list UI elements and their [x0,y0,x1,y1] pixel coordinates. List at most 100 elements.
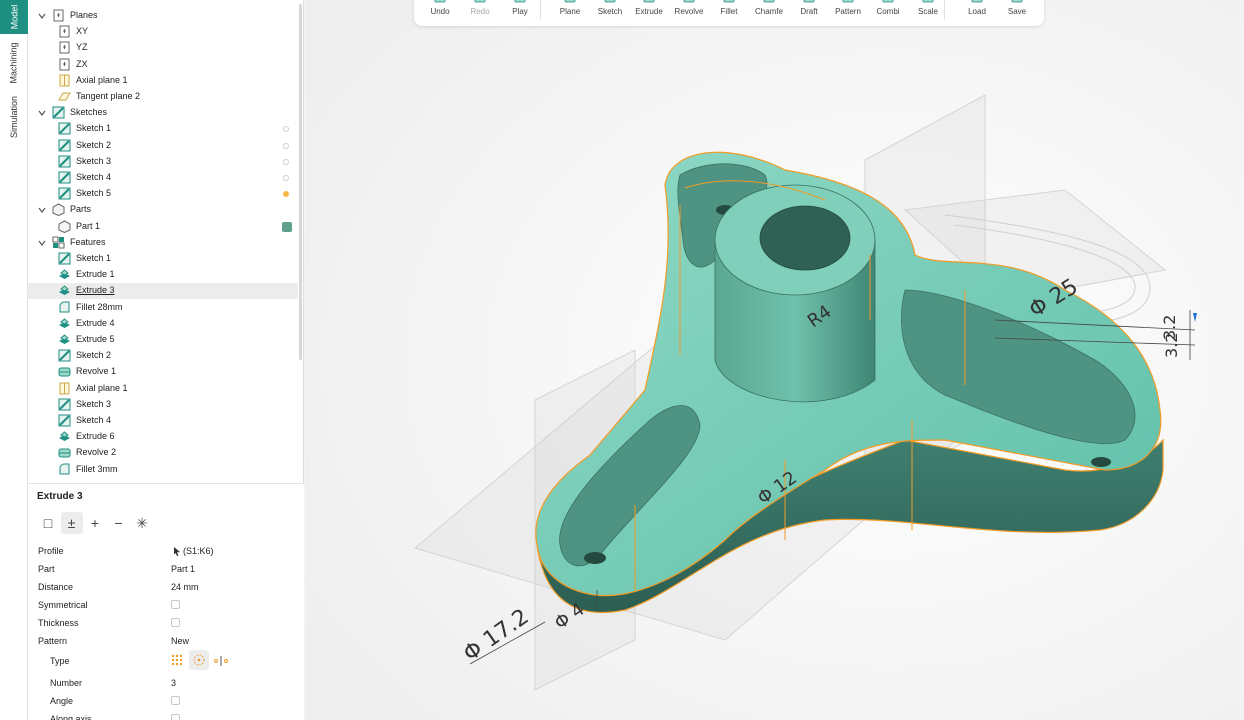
tree-item-label: Sketch 1 [76,123,112,134]
property-checkbox[interactable] [171,600,180,609]
tree-item[interactable]: Sketch 1 [28,251,298,267]
toolbar-revolve-button[interactable]: Revolve [669,0,709,26]
tree-item[interactable]: Extrude 3 [28,283,298,300]
property-value[interactable]: 24 mm [171,582,199,592]
tree-group-features[interactable]: Features [28,235,298,251]
left-panel: Planes XY YZ ZX Axial plane 1 Tangent plane 2… [28,0,304,720]
pattern-circular-icon[interactable] [189,650,209,670]
tree-item-label: Extrude 5 [76,334,115,344]
tree-item[interactable]: Part 1 [28,219,298,235]
add-subtract-icon[interactable]: ± [60,512,83,534]
tree-item[interactable]: Tangent plane 2 [28,89,298,105]
3d-viewport[interactable]: Φ 25 3.2 3.2 R4 Φ 12 Φ 17.2 Φ 4 [305,0,1244,720]
toolbar-plane-button[interactable]: Plane [550,0,590,26]
visibility-toggle[interactable] [283,158,289,165]
toolbar-redo-button: Redo [460,0,500,26]
tree-item[interactable]: Sketch 3 [28,154,298,170]
chevron-down-icon[interactable] [38,206,46,214]
tree-item-label: Sketch 3 [76,155,112,166]
pattern-mirror-icon[interactable] [213,655,229,669]
visibility-toggle[interactable] [283,126,289,133]
toolbar-pattern-button[interactable]: Pattern [828,0,868,26]
play-icon [514,0,526,3]
tree-item[interactable]: Extrude 5 [28,332,298,348]
property-value[interactable]: (S1:K6) [183,546,214,556]
toolbar-undo-button[interactable]: Undo [420,0,460,26]
tree-item[interactable]: Sketch 5 [28,186,298,202]
property-label: Symmetrical [38,600,88,610]
tree-item[interactable]: Sketch 4 [28,413,298,429]
tree-item[interactable]: Revolve 2 [28,445,298,461]
chevron-down-icon[interactable] [38,109,46,117]
toolbar-button-label: Draft [800,7,818,16]
toolbar-chamfe-button[interactable]: Chamfe [749,0,789,26]
tree-item-label: Parts [70,204,92,215]
tree-item[interactable]: Axial plane 1 [28,73,298,89]
toolbar-play-button[interactable]: Play [500,0,540,26]
tree-item[interactable]: Extrude 6 [28,429,298,445]
tree-item[interactable]: Extrude 4 [28,316,298,332]
tree-item[interactable]: Sketch 4 [28,170,298,186]
property-value[interactable]: 3 [171,678,176,688]
tree-item[interactable]: Revolve 1 [28,364,298,380]
tree-item[interactable]: Axial plane 1 [28,381,298,397]
tree-item-label: Extrude 1 [76,269,115,280]
tree-scrollbar[interactable] [299,4,302,360]
tree-group-parts[interactable]: Parts [28,202,298,218]
sketch-icon [58,139,71,152]
pattern-linear-icon[interactable] [170,653,184,669]
visibility-toggle[interactable] [283,191,289,198]
toolbar-scale-button[interactable]: Scale [908,0,948,26]
toolbar-load-button[interactable]: Load [957,0,997,26]
tab-simulation-label: Simulation [9,95,19,139]
tab-simulation[interactable]: Simulation [0,92,28,142]
toolbar-sketch-button[interactable]: Sketch [590,0,630,26]
tree-item[interactable]: Extrude 1 [28,267,298,283]
tree-item[interactable]: Sketch 3 [28,397,298,413]
property-checkbox[interactable] [171,696,180,705]
toolbar-extrude-button[interactable]: Extrude [629,0,669,26]
intersect-icon[interactable]: ✳ [131,512,153,534]
tree-item[interactable]: Fillet 3mm [28,462,298,478]
tree-item[interactable]: ZX [28,57,298,73]
tree-item[interactable]: Fillet 28mm [28,300,298,316]
tab-model[interactable]: Model [0,0,28,34]
toolbar-combi-button[interactable]: Combi [868,0,908,26]
tab-machining[interactable]: Machining [0,38,28,88]
toolbar-button-label: Save [1007,7,1027,16]
tangent-plane-icon [58,90,71,103]
tree-group-planes[interactable]: Planes [28,8,298,24]
scale-icon [922,0,934,3]
tree-item[interactable]: Sketch 1 [28,121,298,137]
add-icon[interactable]: + [84,512,106,534]
visibility-toggle[interactable] [283,175,289,181]
property-value[interactable]: New [171,636,189,646]
property-row-angle: Angle [28,692,304,710]
tree-item[interactable]: XY [28,24,298,40]
part-color-swatch[interactable] [282,221,292,232]
property-checkbox[interactable] [171,618,180,627]
tree-item-label: Fillet 3mm [76,463,118,474]
toolbar-separator [540,0,541,20]
fillet-icon [58,463,71,476]
property-checkbox[interactable] [171,714,180,720]
new-body-icon[interactable]: □ [37,512,59,534]
property-value[interactable]: Part 1 [171,564,195,574]
toolbar-draft-button[interactable]: Draft [789,0,829,26]
chevron-down-icon[interactable] [38,12,46,20]
subtract-icon[interactable]: − [108,512,130,534]
tree-group-sketches[interactable]: Sketches [28,105,298,121]
tree-item-label: Sketches [70,107,108,118]
visibility-toggle[interactable] [283,142,289,149]
tree-item[interactable]: Sketch 2 [28,138,298,154]
chevron-down-icon[interactable] [38,239,46,247]
revolve-icon [58,365,71,378]
toolbar-fillet-button[interactable]: Fillet [709,0,749,26]
tree-item[interactable]: Sketch 2 [28,348,298,364]
property-row-profile: Profile (S1:K6) [28,542,304,560]
dimension-thickness-3-2-lower: 3.2 [1162,333,1181,358]
property-label: Number [50,678,83,688]
tree-item[interactable]: YZ [28,40,298,56]
toolbar-save-button[interactable]: Save [997,0,1037,26]
property-row-distance: Distance 24 mm [28,578,304,596]
